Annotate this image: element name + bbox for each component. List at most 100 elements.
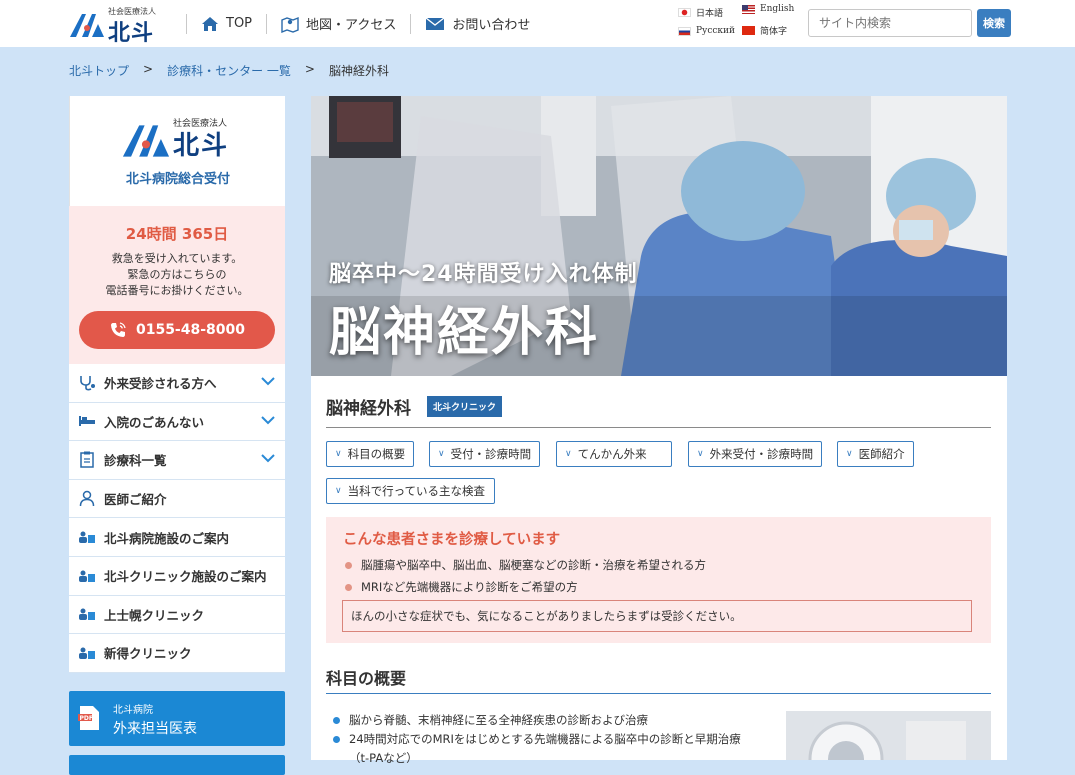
clinic-badge: 北斗クリニック (427, 396, 503, 417)
hero-title: 脳神経外科 (329, 303, 600, 363)
target-patients-note: ほんの小さな症状でも、気になることがありましたらまずは受診ください。 (342, 600, 972, 632)
chevron-down-icon: ∨ (846, 449, 853, 459)
sidebar-item-clinic-facility[interactable]: 北斗クリニック施設のご案内 (69, 557, 285, 596)
tab-label: 外来受付・診療時間 (709, 447, 814, 461)
chevron-down-icon (261, 454, 275, 463)
lang-russian[interactable]: Русский (678, 26, 735, 36)
department-title: 脳神経外科 (326, 399, 411, 419)
site-search-input[interactable] (808, 9, 972, 37)
lang-english-label: English (760, 4, 795, 14)
mri-machine-picture (786, 711, 991, 760)
nav-top-link[interactable]: TOP (201, 16, 252, 32)
bullet-icon (345, 561, 352, 569)
overview-list: 脳から脊髄、末梢神経に至る全神経疾患の診断および治療 24時間対応でのMRIをは… (333, 711, 773, 768)
svg-text:PDF: PDF (80, 715, 93, 722)
breadcrumb-separator: > (304, 62, 315, 76)
breadcrumb-home-link[interactable]: 北斗トップ (69, 62, 129, 79)
target-patients-list: 脳腫瘍や脳卒中、脳出血、脳梗塞などの診断・治療を希望される方 MRIなど先端機器… (345, 554, 706, 598)
search-button[interactable]: 検索 (977, 9, 1011, 37)
list-item: 脳から脊髄、末梢神経に至る全神経疾患の診断および治療 (333, 711, 773, 730)
breadcrumb: 北斗トップ > 診療科・センター 一覧 > 脳神経外科 (69, 62, 389, 79)
sidebar-item-doctors[interactable]: 医師ご紹介 (69, 480, 285, 519)
sidebar-item-label: 診療科一覧 (104, 453, 167, 469)
nav-divider (266, 13, 268, 34)
list-item-text: 脳から脊髄、末梢神経に至る全神経疾患の診断および治療 (349, 713, 648, 727)
tab-outpatient-hours[interactable]: ∨ 外来受付・診療時間 (688, 441, 822, 467)
lang-chinese[interactable]: 简体字 (742, 24, 787, 37)
tab-reception-hours[interactable]: ∨ 受付・診療時間 (429, 441, 540, 467)
mail-icon (425, 16, 445, 30)
doctor-icon (78, 490, 96, 507)
stethoscope-icon (78, 375, 96, 391)
reception-title: 北斗病院総合受付 (125, 172, 230, 187)
pdf-icon: PDF (78, 705, 99, 730)
tab-label: 科目の概要 (347, 447, 406, 461)
breadcrumb-separator: > (143, 62, 154, 76)
pdf-button-label: 外来担当医表 (113, 720, 197, 737)
nav-divider (410, 13, 412, 34)
chevron-down-icon: ∨ (565, 449, 572, 459)
sidebar: 社会医療法人 北斗 北斗病院総合受付 24時間 365日 救急を受け入れています… (69, 96, 285, 775)
emergency-phone-number: 0155-48-8000 (135, 322, 246, 338)
main-content: 脳神経外科 北斗クリニック ∨ 科目の概要 ∨ 受付・診療時間 ∨ てんかん外来 ∨ 外… (311, 376, 1007, 765)
sidebar-menu: 外来受診される方へ 入院のごあんない 診療科一覧 医師ご紹介 北斗病院施設のご案… (69, 364, 285, 673)
sidebar-item-label: 入院のごあんない (104, 414, 205, 430)
bullet-icon (333, 736, 340, 743)
tab-overview[interactable]: ∨ 科目の概要 (326, 441, 414, 467)
facility-icon (78, 606, 96, 622)
bed-icon (78, 413, 96, 429)
sidebar-logo-name: 北斗 (173, 131, 230, 161)
nav-contact-link[interactable]: お問い合わせ (425, 14, 530, 33)
hero-banner: 脳卒中～24時間受け入れ体制 脳神経外科 (311, 96, 1007, 376)
chevron-down-icon: ∨ (438, 449, 445, 459)
nav-map-label: 地図・アクセス (306, 18, 397, 33)
lang-english[interactable]: English (742, 4, 794, 14)
tab-label: てんかん外来 (577, 447, 647, 461)
language-switcher: 日本語 English Русский 简体字 (678, 4, 798, 44)
department-header: 脳神経外科 北斗クリニック (326, 394, 503, 419)
list-item: 脳腫瘍や脳卒中、脳出血、脳梗塞などの診断・治療を希望される方 (345, 554, 706, 576)
nav-map-link[interactable]: 地図・アクセス (281, 14, 396, 33)
sidebar-item-kamishihoro-clinic[interactable]: 上士幌クリニック (69, 596, 285, 635)
breadcrumb-current: 脳神経外科 (328, 64, 389, 78)
map-icon (281, 16, 299, 33)
tab-examinations[interactable]: ∨ 当科で行っている主な検査 (326, 478, 495, 504)
sidebar-logo[interactable]: 社会医療法人 北斗 北斗病院総合受付 (69, 96, 285, 206)
sidebar-item-departments[interactable]: 診療科一覧 (69, 441, 285, 480)
home-icon (202, 16, 218, 31)
nav-contact-label: お問い合わせ (452, 18, 531, 33)
lang-japanese[interactable]: 日本語 (678, 6, 723, 19)
chevron-down-icon: ∨ (335, 449, 342, 459)
sidebar-next-button[interactable] (69, 754, 285, 775)
emergency-line: 救急を受け入れています。 (111, 252, 243, 265)
emergency-call-button[interactable]: 0155-48-8000 (79, 311, 275, 349)
russia-flag-icon (678, 26, 691, 36)
list-item-text: 脳腫瘍や脳卒中、脳出血、脳梗塞などの診断・治療を希望される方 (361, 558, 706, 572)
lang-japanese-label: 日本語 (696, 9, 724, 19)
sidebar-item-admission[interactable]: 入院のごあんない (69, 403, 285, 442)
header-nav: TOP 地図・アクセス お問い合わせ (172, 0, 530, 47)
header-logo[interactable]: 社会医療法人 北斗 (68, 6, 158, 46)
bullet-icon (345, 583, 352, 591)
outpatient-schedule-pdf-button[interactable]: PDF 北斗病院 外来担当医表 (69, 690, 285, 746)
overview-title: 科目の概要 (326, 669, 407, 688)
tab-epilepsy[interactable]: ∨ てんかん外来 (556, 441, 672, 467)
sidebar-item-outpatient[interactable]: 外来受診される方へ (69, 364, 285, 403)
emergency-title: 24時間 365日 (125, 225, 229, 243)
hokuto-logo-mark-icon (70, 14, 104, 37)
facility-icon (78, 568, 96, 584)
tab-label: 医師紹介 (858, 447, 905, 461)
chevron-down-icon (261, 415, 275, 425)
sidebar-item-shintoku-clinic[interactable]: 新得クリニック (69, 634, 285, 673)
hero-subtitle: 脳卒中～24時間受け入れ体制 (329, 262, 638, 287)
breadcrumb-list-link[interactable]: 診療科・センター 一覧 (167, 62, 291, 79)
sidebar-item-label: 新得クリニック (104, 646, 192, 662)
sidebar-item-hospital-facility[interactable]: 北斗病院施設のご案内 (69, 518, 285, 557)
lang-chinese-label: 简体字 (760, 27, 788, 37)
lang-russian-label: Русский (696, 26, 736, 36)
emergency-line: 緊急の方はこちらの (127, 268, 227, 281)
logo-name: 北斗 (108, 21, 155, 46)
chevron-down-icon (261, 377, 275, 386)
phone-icon (110, 322, 126, 337)
tab-doctors[interactable]: ∨ 医師紹介 (837, 441, 914, 467)
